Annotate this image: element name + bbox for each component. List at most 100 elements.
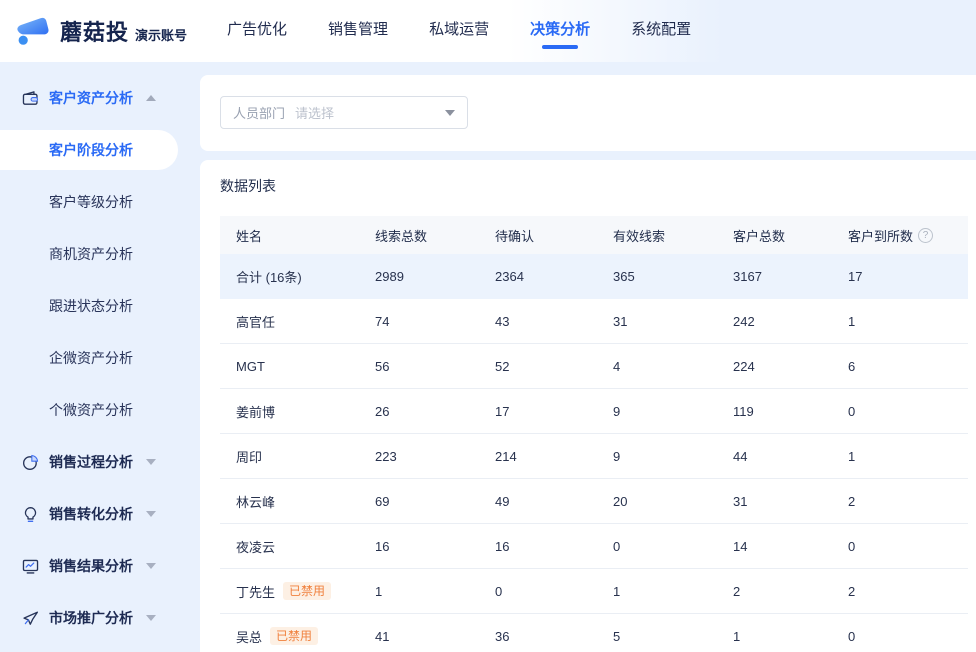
pie-chart-icon	[21, 453, 40, 472]
value-cell: 49	[495, 494, 613, 509]
sidebar-item-客户等级分析[interactable]: 客户等级分析	[0, 182, 178, 222]
sidebar-group-label: 市场推广分析	[49, 608, 133, 628]
top-navigation: 广告优化销售管理私域运营决策分析系统配置	[227, 8, 732, 55]
name-cell: MGT	[220, 359, 375, 374]
chevron-down-icon	[146, 563, 156, 569]
value-cell: 14	[733, 539, 848, 554]
data-list-card: 数据列表 姓名线索总数待确认有效线索客户总数客户到所数?合计 (16条)2989…	[200, 160, 976, 652]
topnav-item-广告优化[interactable]: 广告优化	[227, 8, 287, 55]
value-cell: 0	[495, 584, 613, 599]
chevron-up-icon	[146, 95, 156, 101]
table-row: 林云峰694920312	[220, 479, 968, 524]
sidebar-group-客户资产分析[interactable]: 客户资产分析	[0, 78, 200, 118]
value-cell: 43	[495, 314, 613, 329]
select-label: 人员部门	[233, 103, 285, 122]
sidebar-item-跟进状态分析[interactable]: 跟进状态分析	[0, 286, 178, 326]
column-header-姓名: 姓名	[220, 226, 375, 245]
column-header-有效线索: 有效线索	[613, 226, 733, 245]
value-cell: 242	[733, 314, 848, 329]
table-row: 高官任7443312421	[220, 299, 968, 344]
wallet-icon	[21, 89, 40, 108]
mushroom-logo-icon	[14, 16, 52, 46]
person-name: 林云峰	[236, 492, 275, 511]
value-cell: 5	[613, 629, 733, 644]
value-cell: 17	[495, 404, 613, 419]
topnav-item-销售管理[interactable]: 销售管理	[328, 8, 388, 55]
sidebar-group-label: 销售结果分析	[49, 556, 133, 576]
sidebar-item-客户阶段分析[interactable]: 客户阶段分析	[0, 130, 178, 170]
value-cell: 224	[733, 359, 848, 374]
value-cell: 1	[848, 449, 968, 464]
value-cell: 74	[375, 314, 495, 329]
lightbulb-icon	[21, 505, 40, 524]
topnav-item-系统配置[interactable]: 系统配置	[631, 8, 691, 55]
table-header-row: 姓名 线索总数 待确认 有效线索客户总数 客户到所数?	[220, 216, 968, 254]
name-cell: 林云峰	[220, 492, 375, 511]
sidebar-item-个微资产分析[interactable]: 个微资产分析	[0, 390, 178, 430]
column-header-label: 线索总数	[375, 226, 427, 245]
department-select[interactable]: 人员部门 请选择	[220, 96, 468, 129]
disabled-badge: 已禁用	[270, 627, 318, 645]
value-cell: 2	[848, 584, 968, 599]
paper-plane-icon	[21, 609, 40, 628]
table-row: 丁先生已禁用10122	[220, 569, 968, 614]
main-content: 人员部门 请选择 数据列表 姓名线索总数待确认有效线索客户总数客户到所数?合计 …	[200, 62, 976, 652]
value-cell: 52	[495, 359, 613, 374]
sidebar-item-企微资产分析[interactable]: 企微资产分析	[0, 338, 178, 378]
topnav-item-私域运营[interactable]: 私域运营	[429, 8, 489, 55]
disabled-badge: 已禁用	[283, 582, 331, 600]
topnav-item-决策分析[interactable]: 决策分析	[530, 8, 590, 55]
table-row: 夜凌云16160140	[220, 524, 968, 569]
summary-value-cell: 365	[613, 269, 733, 284]
value-cell: 20	[613, 494, 733, 509]
chevron-down-icon	[146, 615, 156, 621]
sidebar-group-销售结果分析[interactable]: 销售结果分析	[0, 546, 200, 586]
value-cell: 16	[495, 539, 613, 554]
table-row: 吴总已禁用4136510	[220, 614, 968, 652]
value-cell: 1	[733, 629, 848, 644]
select-placeholder: 请选择	[295, 103, 445, 122]
brand-account-label: 演示账号	[135, 25, 187, 44]
help-icon[interactable]: ?	[918, 228, 933, 243]
person-name: 周印	[236, 447, 262, 466]
value-cell: 1	[848, 314, 968, 329]
summary-value-cell: 17	[848, 269, 968, 284]
person-name: 丁先生	[236, 582, 275, 601]
name-cell: 丁先生已禁用	[220, 582, 375, 601]
person-name: 高官任	[236, 312, 275, 331]
table-row: 周印2232149441	[220, 434, 968, 479]
data-table: 姓名线索总数待确认有效线索客户总数客户到所数?合计 (16条)298923643…	[220, 216, 968, 652]
value-cell: 26	[375, 404, 495, 419]
summary-value-cell: 3167	[733, 269, 848, 284]
summary-value-cell: 2364	[495, 269, 613, 284]
column-header-label: 姓名	[236, 226, 262, 245]
value-cell: 1	[613, 584, 733, 599]
column-header-线索总数: 线索总数	[375, 226, 495, 245]
value-cell: 44	[733, 449, 848, 464]
column-header-label: 客户到所数	[848, 226, 913, 245]
value-cell: 16	[375, 539, 495, 554]
table-row: MGT565242246	[220, 344, 968, 389]
sidebar-group-销售转化分析[interactable]: 销售转化分析	[0, 494, 200, 534]
value-cell: 0	[848, 629, 968, 644]
top-bar: 蘑菇投 演示账号 广告优化销售管理私域运营决策分析系统配置	[0, 0, 976, 62]
sidebar-group-label: 客户资产分析	[49, 88, 133, 108]
name-cell: 吴总已禁用	[220, 627, 375, 646]
column-header-客户总数: 客户总数	[733, 226, 848, 245]
column-header-label: 待确认	[495, 226, 534, 245]
value-cell: 69	[375, 494, 495, 509]
sidebar-group-市场推广分析[interactable]: 市场推广分析	[0, 598, 200, 638]
value-cell: 6	[848, 359, 968, 374]
summary-label-cell: 合计 (16条)	[220, 267, 375, 286]
value-cell: 2	[848, 494, 968, 509]
column-header-label: 客户总数	[733, 226, 785, 245]
brand-logo[interactable]: 蘑菇投 演示账号	[0, 15, 187, 47]
value-cell: 0	[613, 539, 733, 554]
filter-card: 人员部门 请选择	[200, 75, 976, 151]
table-row: 姜前博261791190	[220, 389, 968, 434]
value-cell: 1	[375, 584, 495, 599]
value-cell: 214	[495, 449, 613, 464]
value-cell: 4	[613, 359, 733, 374]
sidebar-group-销售过程分析[interactable]: 销售过程分析	[0, 442, 200, 482]
sidebar-item-商机资产分析[interactable]: 商机资产分析	[0, 234, 178, 274]
